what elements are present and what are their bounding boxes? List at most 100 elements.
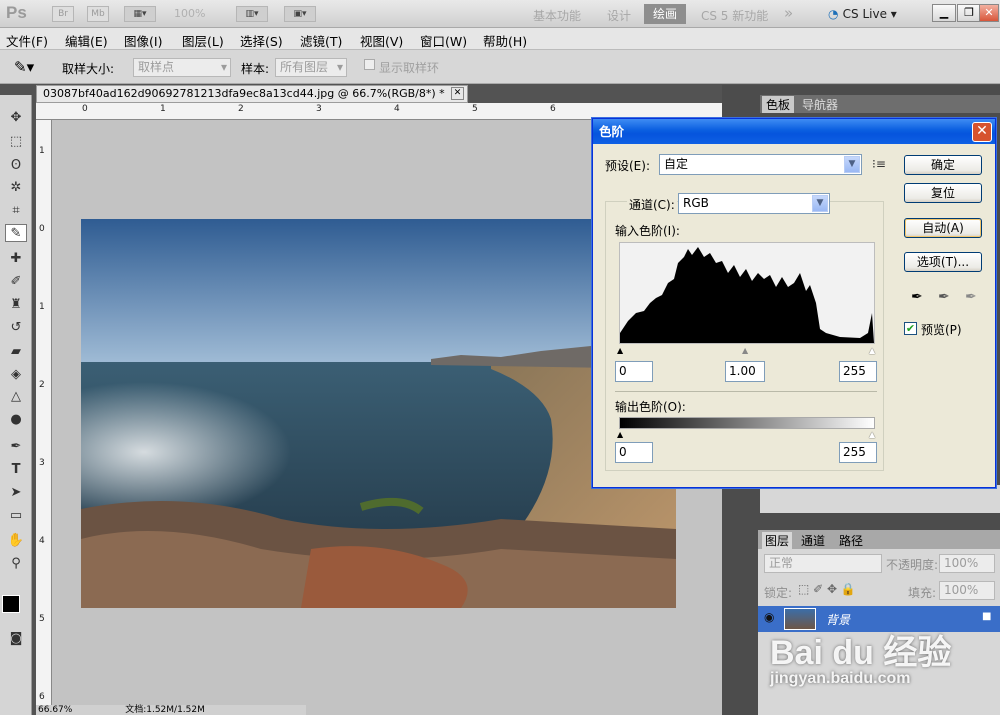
workspace-essentials[interactable]: 基本功能 <box>533 7 581 24</box>
preset-select[interactable]: 自定 ▼ <box>659 154 862 175</box>
show-ring-checkbox[interactable] <box>364 59 375 70</box>
eraser-tool-icon[interactable]: ▰ <box>5 343 27 361</box>
cs-live-button[interactable]: ◔ CS Live ▾ <box>828 4 897 24</box>
paint-bucket-tool-icon[interactable]: ◈ <box>5 366 27 384</box>
blend-mode-select[interactable]: 正常 <box>764 554 882 573</box>
minimize-button[interactable]: ▁ <box>932 4 956 22</box>
output-white-field[interactable]: 255 <box>839 442 877 463</box>
ok-button[interactable]: 确定 <box>904 155 982 175</box>
restore-button[interactable]: ❐ <box>957 4 981 22</box>
menu-image[interactable]: 图像(I) <box>124 31 162 50</box>
options-button[interactable]: 选项(T)... <box>904 252 982 272</box>
visibility-eye-icon[interactable]: ◉ <box>764 610 774 624</box>
view-extras-button[interactable]: ▦▾ <box>124 6 156 22</box>
path-select-tool-icon[interactable]: ➤ <box>5 484 27 502</box>
workspace-cs5-new[interactable]: CS 5 新功能 <box>701 7 768 24</box>
gamma-slider[interactable]: ▲ <box>742 346 748 355</box>
menu-select[interactable]: 选择(S) <box>240 31 283 50</box>
brush-tool-icon[interactable]: ✐ <box>5 273 27 291</box>
tab-swatches[interactable]: 色板 <box>762 96 795 113</box>
bridge-button[interactable]: Br <box>52 6 74 22</box>
output-black-slider[interactable]: ▲ <box>617 430 623 439</box>
menu-layer[interactable]: 图层(L) <box>182 31 224 50</box>
foreground-color-swatch[interactable] <box>2 595 20 613</box>
cs-live-icon: ◔ <box>828 7 843 21</box>
eyedropper-tool-icon[interactable]: ✎ <box>5 224 27 242</box>
vertical-ruler[interactable]: 1 0 1 2 3 4 5 6 <box>36 120 52 715</box>
cs-live-label: CS Live <box>842 7 887 21</box>
menu-edit[interactable]: 编辑(E) <box>65 31 108 50</box>
pen-tool-icon[interactable]: ✒ <box>5 438 27 456</box>
input-slider-track[interactable]: ▲ ▲ ▲ <box>617 346 877 355</box>
dodge-tool-icon[interactable]: ● <box>5 411 27 429</box>
history-brush-tool-icon[interactable]: ↺ <box>5 319 27 337</box>
black-eyedropper-icon[interactable]: ✒ <box>911 289 923 305</box>
document-close-icon[interactable]: ✕ <box>451 87 464 100</box>
sample-select[interactable]: 所有图层 ▾ <box>275 58 347 77</box>
zoom-level[interactable]: 100% <box>174 7 205 20</box>
zoom-tool-icon[interactable]: ⚲ <box>5 555 27 573</box>
dialog-titlebar[interactable]: 色阶 <box>593 119 995 144</box>
clone-stamp-tool-icon[interactable]: ♜ <box>5 296 27 314</box>
workspace-painting-active[interactable]: 绘画 <box>644 4 686 24</box>
marquee-tool-icon[interactable]: ⬚ <box>5 133 27 151</box>
fill-input[interactable]: 100% <box>939 581 995 600</box>
input-white-field[interactable]: 255 <box>839 361 877 382</box>
crop-tool-icon[interactable]: ⌗ <box>5 202 27 220</box>
ruler-label: 0 <box>39 224 45 234</box>
auto-button[interactable]: 自动(A) <box>904 218 982 238</box>
black-point-slider[interactable]: ▲ <box>617 346 623 355</box>
workspace-design[interactable]: 设计 <box>607 7 631 24</box>
menu-filter[interactable]: 滤镜(T) <box>300 31 342 50</box>
tab-layers[interactable]: 图层 <box>762 532 793 549</box>
gray-eyedropper-icon[interactable]: ✒ <box>938 289 950 305</box>
histogram-shape <box>620 247 874 343</box>
opacity-input[interactable]: 100% <box>939 554 995 573</box>
menu-window[interactable]: 窗口(W) <box>420 31 467 50</box>
hand-tool-icon[interactable]: ✋ <box>5 532 27 550</box>
input-black-field[interactable]: 0 <box>615 361 653 382</box>
sample-size-select[interactable]: 取样点 ▾ <box>133 58 231 77</box>
eyedropper-icon[interactable]: ✎▾ <box>14 58 34 76</box>
close-button[interactable]: ✕ <box>979 4 999 22</box>
channel-select[interactable]: RGB ▼ <box>678 193 830 214</box>
menu-view[interactable]: 视图(V) <box>360 31 403 50</box>
menu-file[interactable]: 文件(F) <box>6 31 48 50</box>
menu-help[interactable]: 帮助(H) <box>483 31 527 50</box>
shape-tool-icon[interactable]: ▭ <box>5 507 27 525</box>
white-eyedropper-icon[interactable]: ✒ <box>965 289 977 305</box>
move-tool-icon[interactable]: ✥ <box>5 109 27 127</box>
mini-bridge-button[interactable]: Mb <box>87 6 109 22</box>
arrange-documents-button[interactable]: ▥▾ <box>236 6 268 22</box>
preset-value: 自定 <box>664 157 689 171</box>
watermark-logo: Bai du 经验 <box>770 634 952 672</box>
input-gamma-field[interactable]: 1.00 <box>725 361 765 382</box>
status-zoom[interactable]: 66.67% <box>38 705 72 715</box>
reset-button[interactable]: 复位 <box>904 183 982 203</box>
swatches-tabbar <box>760 95 1000 113</box>
tab-navigator[interactable]: 导航器 <box>798 96 842 113</box>
quick-select-tool-icon[interactable]: ✲ <box>5 179 27 197</box>
more-workspaces-button[interactable]: » <box>784 4 793 22</box>
ruler-label: 6 <box>550 104 556 114</box>
preset-options-icon[interactable]: ⁝≡ <box>872 157 886 171</box>
tab-channels[interactable]: 通道 <box>798 532 828 549</box>
type-tool-icon[interactable]: T <box>5 461 27 479</box>
dialog-close-icon[interactable]: ✕ <box>972 122 992 142</box>
tab-paths[interactable]: 路径 <box>836 532 866 549</box>
quick-mask-icon[interactable]: ◙ <box>5 630 27 648</box>
output-levels-label: 输出色阶(O): <box>615 400 686 414</box>
document-tab[interactable]: 03087bf40ad162d90692781213dfa9ec8a13cd44… <box>36 85 468 103</box>
output-black-field[interactable]: 0 <box>615 442 653 463</box>
histogram-preview-strip <box>760 485 1000 513</box>
sample-label: 样本: <box>241 62 270 76</box>
output-slider-track[interactable]: ▲ ▲ <box>617 430 877 439</box>
healing-brush-tool-icon[interactable]: ✚ <box>5 250 27 268</box>
output-white-slider[interactable]: ▲ <box>869 430 875 439</box>
lasso-tool-icon[interactable]: ʘ <box>5 157 27 175</box>
blur-tool-icon[interactable]: △ <box>5 388 27 406</box>
preview-checkbox[interactable]: ✔ <box>904 322 917 335</box>
white-point-slider[interactable]: ▲ <box>869 346 875 355</box>
screen-mode-button[interactable]: ▣▾ <box>284 6 316 22</box>
lock-icons[interactable]: ⬚ ✐ ✥ 🔒 <box>798 582 856 596</box>
